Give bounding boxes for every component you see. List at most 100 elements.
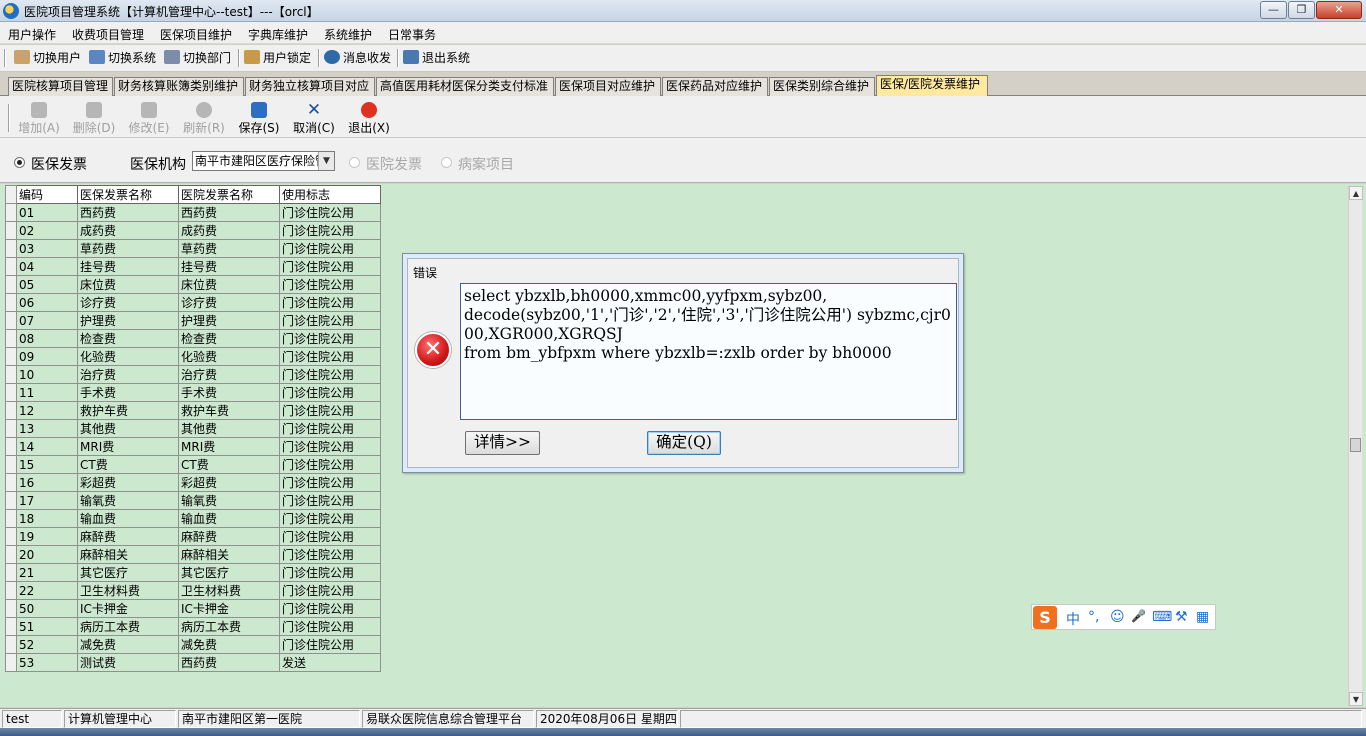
- row-indicator[interactable]: [5, 509, 17, 528]
- cell-code[interactable]: 16: [16, 473, 78, 492]
- cell-insurance-invoice-name[interactable]: 麻醉费: [77, 527, 179, 546]
- cell-usage-flag[interactable]: 门诊住院公用: [279, 473, 381, 492]
- details-button[interactable]: 详情>>: [465, 431, 540, 455]
- table-row[interactable]: 17 输氧费 输氧费 门诊住院公用: [5, 491, 381, 510]
- org-select[interactable]: 南平市建阳区医疗保险管理中心▼: [192, 151, 335, 171]
- ime-tools-icon[interactable]: ⚒: [1175, 609, 1188, 625]
- edit-button[interactable]: 修改(E): [124, 98, 174, 136]
- row-indicator[interactable]: [5, 437, 17, 456]
- cell-code[interactable]: 18: [16, 509, 78, 528]
- column-header[interactable]: 医院发票名称: [178, 185, 280, 204]
- menu-daily[interactable]: 日常事务: [388, 26, 436, 43]
- row-indicator[interactable]: [5, 527, 17, 546]
- cell-hospital-invoice-name[interactable]: CT费: [178, 455, 280, 474]
- table-row[interactable]: 52 减免费 减免费 门诊住院公用: [5, 635, 381, 654]
- table-row[interactable]: 13 其他费 其他费 门诊住院公用: [5, 419, 381, 438]
- cancel-button[interactable]: ✕ 取消(C): [289, 98, 339, 136]
- scroll-up-icon[interactable]: ▲: [1349, 186, 1363, 200]
- cell-usage-flag[interactable]: 门诊住院公用: [279, 257, 381, 276]
- cell-insurance-invoice-name[interactable]: 病历工本费: [77, 617, 179, 636]
- cell-code[interactable]: 06: [16, 293, 78, 312]
- cell-code[interactable]: 22: [16, 581, 78, 600]
- table-row[interactable]: 14 MRI费 MRI费 门诊住院公用: [5, 437, 381, 456]
- error-message[interactable]: select ybzxlb,bh0000,xmmc00,yyfpxm,sybz0…: [460, 283, 957, 420]
- ok-button[interactable]: 确定(Q): [647, 431, 721, 455]
- cell-usage-flag[interactable]: 门诊住院公用: [279, 365, 381, 384]
- menu-dictionary[interactable]: 字典库维护: [248, 26, 308, 43]
- cell-usage-flag[interactable]: 门诊住院公用: [279, 617, 381, 636]
- cell-usage-flag[interactable]: 门诊住院公用: [279, 455, 381, 474]
- cell-code[interactable]: 51: [16, 617, 78, 636]
- cell-code[interactable]: 53: [16, 653, 78, 672]
- column-header[interactable]: 编码: [16, 185, 78, 204]
- cell-usage-flag[interactable]: 门诊住院公用: [279, 311, 381, 330]
- row-indicator[interactable]: [5, 563, 17, 582]
- cell-insurance-invoice-name[interactable]: 检查费: [77, 329, 179, 348]
- cell-usage-flag[interactable]: 门诊住院公用: [279, 599, 381, 618]
- cell-hospital-invoice-name[interactable]: 彩超费: [178, 473, 280, 492]
- menu-system[interactable]: 系统维护: [324, 26, 372, 43]
- tab-high-value-consumables[interactable]: 高值医用耗材医保分类支付标准: [376, 77, 554, 96]
- cell-code[interactable]: 15: [16, 455, 78, 474]
- row-indicator[interactable]: [5, 293, 17, 312]
- cell-hospital-invoice-name[interactable]: 草药费: [178, 239, 280, 258]
- cell-insurance-invoice-name[interactable]: 其它医疗: [77, 563, 179, 582]
- table-row[interactable]: 21 其它医疗 其它医疗 门诊住院公用: [5, 563, 381, 582]
- cell-hospital-invoice-name[interactable]: 成药费: [178, 221, 280, 240]
- table-row[interactable]: 22 卫生材料费 卫生材料费 门诊住院公用: [5, 581, 381, 600]
- menu-user-operations[interactable]: 用户操作: [8, 26, 56, 43]
- cell-usage-flag[interactable]: 门诊住院公用: [279, 545, 381, 564]
- row-indicator[interactable]: [5, 455, 17, 474]
- row-indicator[interactable]: [5, 239, 17, 258]
- column-header[interactable]: 使用标志: [279, 185, 381, 204]
- cell-code[interactable]: 07: [16, 311, 78, 330]
- refresh-button[interactable]: 刷新(R): [179, 98, 229, 136]
- cell-code[interactable]: 21: [16, 563, 78, 582]
- cell-usage-flag[interactable]: 门诊住院公用: [279, 275, 381, 294]
- cell-usage-flag[interactable]: 门诊住院公用: [279, 527, 381, 546]
- cell-usage-flag[interactable]: 门诊住院公用: [279, 437, 381, 456]
- cell-usage-flag[interactable]: 门诊住院公用: [279, 491, 381, 510]
- exit-system-button[interactable]: 退出系统: [403, 48, 470, 68]
- table-row[interactable]: 06 诊疗费 诊疗费 门诊住院公用: [5, 293, 381, 312]
- cell-hospital-invoice-name[interactable]: 输血费: [178, 509, 280, 528]
- row-indicator[interactable]: [5, 599, 17, 618]
- table-row[interactable]: 04 挂号费 挂号费 门诊住院公用: [5, 257, 381, 276]
- minimize-button[interactable]: —: [1260, 1, 1287, 19]
- ime-logo-icon[interactable]: S: [1033, 606, 1057, 629]
- ime-punctuation-icon[interactable]: °,: [1088, 609, 1099, 625]
- cell-insurance-invoice-name[interactable]: 化验费: [77, 347, 179, 366]
- cell-usage-flag[interactable]: 门诊住院公用: [279, 635, 381, 654]
- close-button[interactable]: ✕: [1316, 1, 1362, 19]
- cell-hospital-invoice-name[interactable]: 其它医疗: [178, 563, 280, 582]
- cell-code[interactable]: 52: [16, 635, 78, 654]
- add-button[interactable]: 增加(A): [14, 98, 64, 136]
- cell-insurance-invoice-name[interactable]: 输血费: [77, 509, 179, 528]
- row-indicator[interactable]: [5, 203, 17, 222]
- table-row[interactable]: 10 治疗费 治疗费 门诊住院公用: [5, 365, 381, 384]
- cell-hospital-invoice-name[interactable]: 救护车费: [178, 401, 280, 420]
- cell-code[interactable]: 03: [16, 239, 78, 258]
- cell-code[interactable]: 09: [16, 347, 78, 366]
- cell-code[interactable]: 08: [16, 329, 78, 348]
- row-indicator[interactable]: [5, 581, 17, 600]
- cell-insurance-invoice-name[interactable]: 其他费: [77, 419, 179, 438]
- cell-hospital-invoice-name[interactable]: MRI费: [178, 437, 280, 456]
- row-indicator[interactable]: [5, 491, 17, 510]
- cell-code[interactable]: 12: [16, 401, 78, 420]
- scroll-down-icon[interactable]: ▼: [1349, 692, 1363, 706]
- vertical-scrollbar[interactable]: ▲ ▼: [1348, 186, 1363, 706]
- tab-invoice-maintenance[interactable]: 医保/医院发票维护: [876, 75, 988, 96]
- cell-insurance-invoice-name[interactable]: 麻醉相关: [77, 545, 179, 564]
- row-indicator[interactable]: [5, 635, 17, 654]
- cell-insurance-invoice-name[interactable]: 护理费: [77, 311, 179, 330]
- cell-insurance-invoice-name[interactable]: 成药费: [77, 221, 179, 240]
- cell-usage-flag[interactable]: 门诊住院公用: [279, 419, 381, 438]
- table-row[interactable]: 05 床位费 床位费 门诊住院公用: [5, 275, 381, 294]
- cell-insurance-invoice-name[interactable]: 挂号费: [77, 257, 179, 276]
- cell-hospital-invoice-name[interactable]: 西药费: [178, 203, 280, 222]
- table-row[interactable]: 08 检查费 检查费 门诊住院公用: [5, 329, 381, 348]
- delete-button[interactable]: 删除(D): [69, 98, 119, 136]
- cell-code[interactable]: 14: [16, 437, 78, 456]
- row-indicator[interactable]: [5, 617, 17, 636]
